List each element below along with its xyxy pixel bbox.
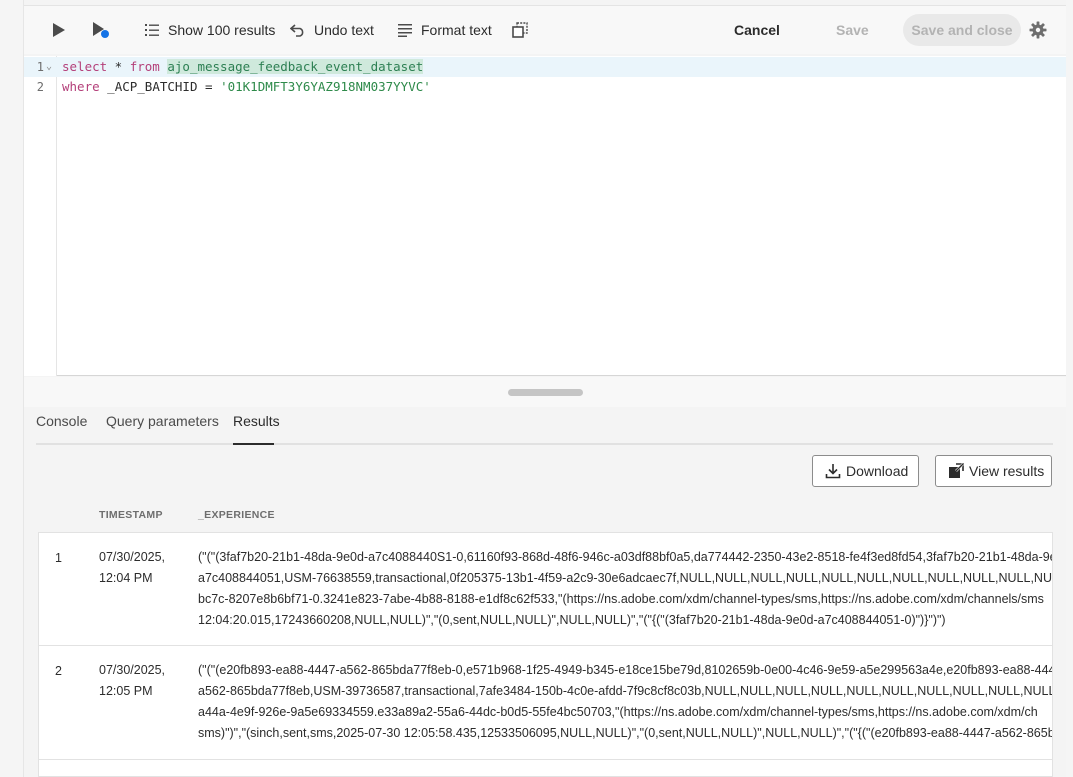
line-number: 2 [36,80,44,94]
format-text-button[interactable]: Format text [397,14,492,46]
selected-tab-indicator [233,443,274,445]
table-name: ajo_message_feedback_event_dataset [167,59,424,74]
query-editor-window: Show 100 results Undo text Format text C… [0,0,1073,777]
timestamp-time: 12:05 PM [99,684,153,698]
format-text-label: Format text [421,22,492,38]
tab-query-parameters[interactable]: Query parameters [106,413,219,429]
undo-text-button[interactable]: Undo text [290,14,374,46]
line-number: 1 [36,60,44,74]
timestamp-cell: 07/30/2025, 12:05 PM [99,660,189,702]
list-icon [144,22,160,38]
fold-chevron-icon[interactable]: ⌄ [46,57,52,77]
results-tabs: Console Query parameters Results [36,405,1053,445]
view-results-label: View results [969,463,1045,479]
experience-cell: ("("(e20fb893-ea88-4447-a562-865bda77f8e… [198,660,1053,744]
tab-results[interactable]: Results [233,413,280,429]
undo-text-label: Undo text [314,22,374,38]
code-line-1[interactable]: 1 ⌄ select * from ajo_message_feedback_e… [24,57,1066,77]
table-row[interactable]: 2 07/30/2025, 12:05 PM ("("(e20fb893-ea8… [39,646,1053,760]
experience-line: ("("(e20fb893-ea88-4447-a562-865bda77f8e… [198,663,1053,677]
timestamp-cell: 07/30/2025, 12:04 PM [99,547,189,589]
timestamp-date: 07/30/2025, [99,663,166,677]
results-table: 1 07/30/2025, 12:04 PM ("("(3faf7b20-21b… [38,532,1053,777]
code-line-2[interactable]: 2 where _ACP_BATCHID = '01K1DMFT3Y6YAZ91… [24,77,1066,97]
gear-icon [1029,21,1047,39]
code-text: select * from ajo_message_feedback_event… [62,57,424,77]
left-gutter [0,0,24,777]
resize-handle[interactable] [508,389,583,396]
column-header-experience[interactable]: _EXPERIENCE [198,509,275,521]
experience-line: a44a-4e9f-926e-9a5e69334559.e33a89a2-55a… [198,705,1038,719]
settings-button[interactable] [1028,14,1048,46]
undo-icon [290,23,306,37]
save-button[interactable]: Save [836,14,869,46]
column-header-timestamp[interactable]: TIMESTAMP [99,509,163,521]
code-operator: * [107,59,130,74]
right-edge [1066,0,1073,777]
experience-line: 12:04:20.015,17243660208,NULL,NULL)","(0… [198,613,946,627]
experience-line: a562-865bda77f8eb,USM-39736587,transacti… [198,684,1053,698]
open-external-icon [948,463,964,479]
download-label: Download [846,463,909,479]
timestamp-date: 07/30/2025, [99,550,166,564]
line-number-gutter [24,56,57,376]
align-left-icon [397,23,413,37]
panel-splitter [24,377,1066,407]
table-row[interactable]: 1 07/30/2025, 12:04 PM ("("(3faf7b20-21b… [39,533,1053,646]
show-results-button[interactable]: Show 100 results [144,14,275,46]
download-icon [825,463,841,479]
experience-line: ("("(3faf7b20-21b1-48da-9e0d-a7c4088440S… [198,550,1053,564]
experience-cell: ("("(3faf7b20-21b1-48da-9e0d-a7c4088440S… [198,547,1053,631]
editor-toolbar: Show 100 results Undo text Format text C… [24,6,1066,54]
experience-line: sms)")","(sinch,sent,sms,2025-07-30 12:0… [198,726,1053,740]
batch-id-string: '01K1DMFT3Y6YAZ918NM037YYVC' [220,79,431,94]
row-number: 2 [55,664,62,678]
keyword-select: select [62,59,108,74]
view-results-button[interactable]: View results [935,455,1052,487]
keyword-where: where [62,79,100,94]
save-and-close-button[interactable]: Save and close [903,14,1021,46]
timestamp-time: 12:04 PM [99,571,153,585]
keyword-from: from [129,59,160,74]
experience-line: a7c408844051,USM-76638559,transactional,… [198,571,1053,585]
play-selection-icon [92,21,110,39]
code-condition: _ACP_BATCHID = [99,79,221,94]
run-selected-query-button[interactable] [92,14,114,46]
sql-editor[interactable]: 1 ⌄ select * from ajo_message_feedback_e… [24,56,1066,376]
run-query-button[interactable] [52,14,72,46]
copy-icon [512,22,528,38]
row-number: 1 [55,551,62,565]
cancel-button[interactable]: Cancel [734,14,780,46]
copy-button[interactable] [512,14,528,46]
download-button[interactable]: Download [812,455,919,487]
experience-line: bc7c-8207e8b6bf71-0.3241e823-7abe-4b88-8… [198,592,1044,606]
code-text: where _ACP_BATCHID = '01K1DMFT3Y6YAZ918N… [62,77,431,97]
tab-console[interactable]: Console [36,413,87,429]
play-icon [52,22,66,38]
show-results-label: Show 100 results [168,22,276,38]
